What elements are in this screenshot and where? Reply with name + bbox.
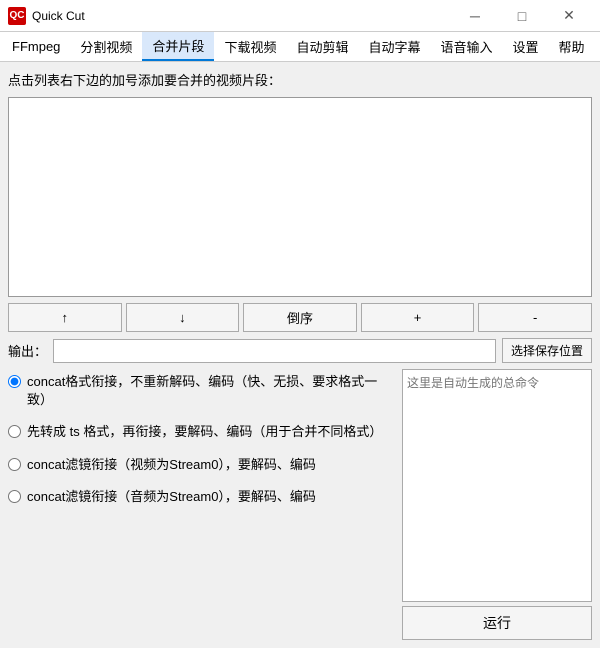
window-controls: ─ □ ✕ — [452, 0, 592, 32]
menu-item-帮助[interactable]: 帮助 — [549, 32, 595, 61]
menu-item-设置[interactable]: 设置 — [503, 32, 549, 61]
radio-label-3[interactable]: concat滤镜衔接（视频为Stream0），要解码、编码 — [27, 456, 316, 474]
menu-item-语音输入[interactable]: 语音输入 — [430, 32, 502, 61]
app-title: Quick Cut — [32, 9, 452, 23]
minimize-button[interactable]: ─ — [452, 0, 498, 32]
button-row: ↑ ↓ 倒序 + - — [8, 303, 592, 332]
radio-label-1[interactable]: concat格式衔接，不重新解码、编码（快、无损、要求格式一致） — [27, 373, 394, 409]
browse-button[interactable]: 选择保存位置 — [502, 338, 592, 363]
title-bar: QC Quick Cut ─ □ ✕ — [0, 0, 600, 32]
radio-option-3: concat滤镜衔接（视频为Stream0），要解码、编码 — [8, 456, 394, 474]
move-down-button[interactable]: ↓ — [126, 303, 240, 332]
command-textarea[interactable] — [402, 369, 592, 602]
radio-input-4[interactable] — [8, 490, 21, 503]
menu-item-FFmpeg[interactable]: FFmpeg — [2, 32, 70, 61]
radio-option-2: 先转成 ts 格式，再衔接，要解码、编码（用于合并不同格式） — [8, 423, 394, 441]
menu-item-下载视频[interactable]: 下载视频 — [214, 32, 286, 61]
radio-input-3[interactable] — [8, 458, 21, 471]
run-button[interactable]: 运行 — [402, 606, 592, 640]
reverse-button[interactable]: 倒序 — [243, 303, 357, 332]
menu-bar: FFmpeg分割视频合并片段下载视频自动剪辑自动字幕语音输入设置帮助 — [0, 32, 600, 62]
app-icon: QC — [8, 7, 26, 25]
radio-label-2[interactable]: 先转成 ts 格式，再衔接，要解码、编码（用于合并不同格式） — [27, 423, 382, 441]
output-input[interactable] — [53, 339, 496, 363]
close-button[interactable]: ✕ — [546, 0, 592, 32]
menu-item-自动剪辑[interactable]: 自动剪辑 — [286, 32, 358, 61]
radio-input-2[interactable] — [8, 425, 21, 438]
output-row: 输出： 选择保存位置 — [8, 338, 592, 363]
command-panel: 运行 — [402, 369, 592, 640]
video-list-box[interactable] — [8, 97, 592, 297]
menu-item-分割视频[interactable]: 分割视频 — [70, 32, 142, 61]
menu-item-自动字幕[interactable]: 自动字幕 — [358, 32, 430, 61]
add-button[interactable]: + — [361, 303, 475, 332]
remove-button[interactable]: - — [478, 303, 592, 332]
options-panel: concat格式衔接，不重新解码、编码（快、无损、要求格式一致） 先转成 ts 格… — [8, 369, 394, 640]
menu-item-合并片段[interactable]: 合并片段 — [142, 32, 214, 61]
radio-label-4[interactable]: concat滤镜衔接（音频为Stream0），要解码、编码 — [27, 488, 316, 506]
move-up-button[interactable]: ↑ — [8, 303, 122, 332]
output-label: 输出： — [8, 341, 47, 360]
radio-input-1[interactable] — [8, 375, 21, 388]
bottom-section: concat格式衔接，不重新解码、编码（快、无损、要求格式一致） 先转成 ts 格… — [8, 369, 592, 640]
radio-option-1: concat格式衔接，不重新解码、编码（快、无损、要求格式一致） — [8, 373, 394, 409]
maximize-button[interactable]: □ — [499, 0, 545, 32]
instruction-label: 点击列表右下边的加号添加要合并的视频片段： — [8, 70, 592, 89]
radio-option-4: concat滤镜衔接（音频为Stream0），要解码、编码 — [8, 488, 394, 506]
main-content: 点击列表右下边的加号添加要合并的视频片段： ↑ ↓ 倒序 + - 输出： 选择保… — [0, 62, 600, 648]
